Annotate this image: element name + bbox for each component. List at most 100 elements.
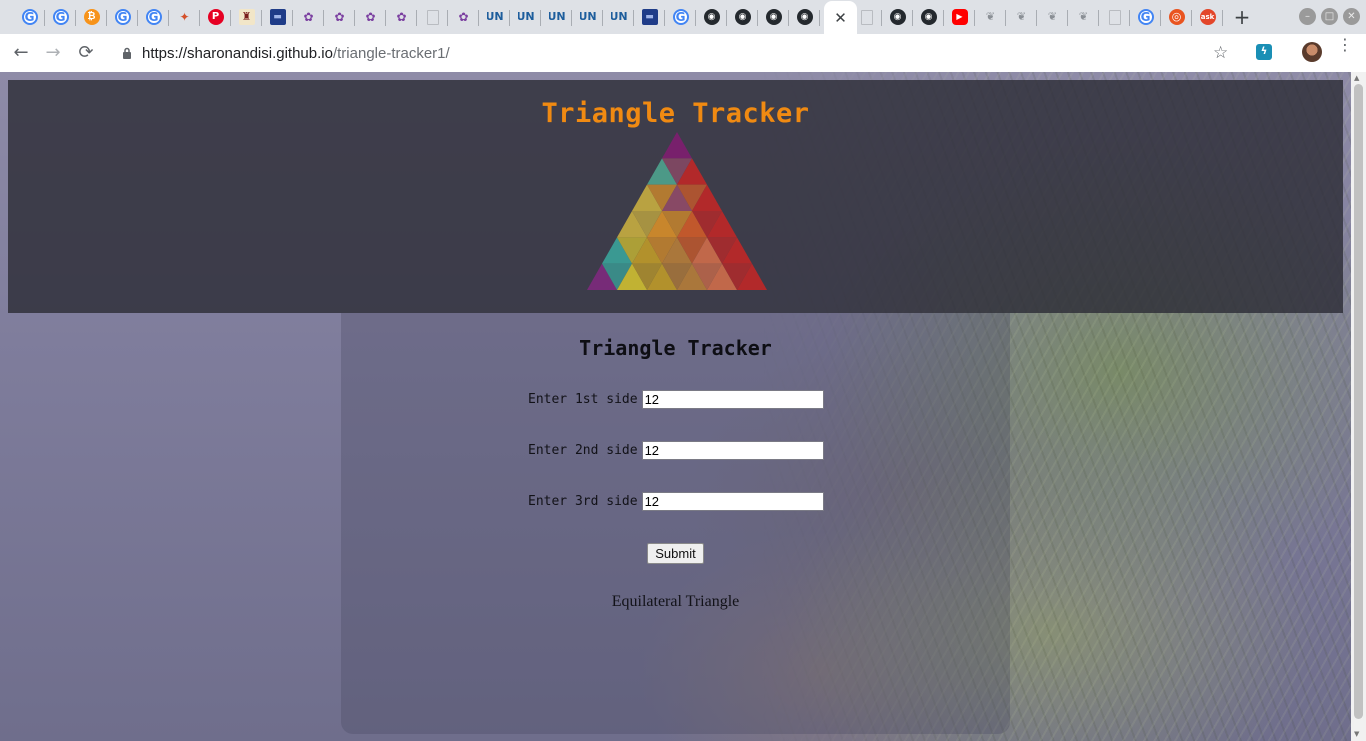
browser-tab[interactable]: UN bbox=[603, 3, 634, 31]
back-button[interactable]: ← bbox=[9, 41, 33, 65]
google-icon: G bbox=[145, 9, 162, 25]
browser-tab[interactable]: ❦ bbox=[1037, 3, 1068, 31]
youtube-icon: ▶ bbox=[951, 9, 968, 25]
github-icon: ◉ bbox=[765, 9, 782, 25]
reload-button[interactable]: ⟳ bbox=[74, 41, 98, 65]
tab-separator bbox=[1222, 10, 1223, 26]
google-icon: G bbox=[1137, 9, 1154, 25]
browser-tab[interactable]: ◉ bbox=[727, 3, 758, 31]
vine-icon: ✿ bbox=[396, 10, 407, 24]
side-2-input[interactable] bbox=[641, 441, 824, 460]
browser-tab[interactable]: ◉ bbox=[913, 3, 944, 31]
browser-tab[interactable]: G bbox=[45, 3, 76, 31]
side-2-row: Enter 2nd side bbox=[528, 441, 824, 460]
new-tab-button[interactable]: + bbox=[1231, 6, 1253, 28]
browser-tab[interactable]: ◉ bbox=[696, 3, 727, 31]
university-crest-icon: ♜ bbox=[238, 9, 255, 25]
github-icon: ◉ bbox=[796, 9, 813, 25]
blue-card-icon: ▬ bbox=[269, 9, 286, 25]
scroll-up-arrow-icon[interactable]: ▲ bbox=[1354, 74, 1359, 82]
browser-tab[interactable]: G bbox=[1130, 3, 1161, 31]
browser-tab[interactable]: ✿ bbox=[324, 3, 355, 31]
browser-tab[interactable]: ◎ bbox=[1161, 3, 1192, 31]
browser-tab[interactable]: UN bbox=[572, 3, 603, 31]
close-icon[interactable]: ✕ bbox=[834, 9, 847, 27]
browser-tab[interactable]: ◉ bbox=[789, 3, 820, 31]
browser-tab[interactable]: ◉ bbox=[758, 3, 789, 31]
vine-icon: ✿ bbox=[458, 10, 469, 24]
vine-icon: ✿ bbox=[365, 10, 376, 24]
un-icon: UN bbox=[610, 10, 627, 23]
browser-tab[interactable]: ₿ bbox=[76, 3, 107, 31]
minimize-button[interactable]: – bbox=[1299, 8, 1316, 25]
faded-leaf-icon: ❦ bbox=[1047, 10, 1058, 23]
browser-tab[interactable] bbox=[851, 3, 882, 31]
url-path: /triangle-tracker1/ bbox=[332, 44, 450, 62]
tab-separator bbox=[819, 10, 820, 26]
browser-tab[interactable]: ▶ bbox=[944, 3, 975, 31]
browser-tab[interactable]: UN bbox=[541, 3, 572, 31]
browser-tab[interactable] bbox=[417, 3, 448, 31]
browser-tab[interactable]: G bbox=[665, 3, 696, 31]
submit-button[interactable]: Submit bbox=[647, 543, 704, 564]
side-3-input[interactable] bbox=[641, 492, 824, 511]
pinterest-icon: P bbox=[207, 9, 224, 25]
browser-tab[interactable]: P bbox=[200, 3, 231, 31]
browser-tab[interactable]: ♜ bbox=[231, 3, 262, 31]
page-scrollbar[interactable]: ▲ ▼ bbox=[1351, 72, 1366, 741]
google-icon: G bbox=[114, 9, 131, 25]
browser-tab[interactable] bbox=[1099, 3, 1130, 31]
address-bar[interactable]: https://sharonandisi.github.io/triangle-… bbox=[110, 38, 1245, 68]
url-text: https://sharonandisi.github.io/triangle-… bbox=[142, 45, 450, 62]
browser-tab[interactable]: ✿ bbox=[355, 3, 386, 31]
blue-card-icon: ▬ bbox=[641, 9, 658, 25]
browser-menu-icon[interactable]: ⋮ bbox=[1337, 37, 1353, 53]
extension-icon[interactable]: ϟ bbox=[1256, 44, 1272, 60]
bookmark-star-icon[interactable]: ☆ bbox=[1213, 43, 1228, 63]
profile-avatar[interactable] bbox=[1302, 42, 1322, 62]
url-host: https://sharonandisi.github.io bbox=[142, 44, 333, 62]
browser-tab[interactable]: ask bbox=[1192, 3, 1223, 31]
browser-tab[interactable]: ◉ bbox=[882, 3, 913, 31]
close-window-button[interactable]: ✕ bbox=[1343, 8, 1360, 25]
un-icon: UN bbox=[517, 10, 534, 23]
result-text: Equilateral Triangle bbox=[611, 593, 740, 610]
maximize-button[interactable]: □ bbox=[1321, 8, 1338, 25]
browser-tab[interactable]: ▬ bbox=[262, 3, 293, 31]
browser-tab[interactable]: ❦ bbox=[975, 3, 1006, 31]
colorful-bird-icon: ✦ bbox=[179, 10, 190, 24]
browser-tab[interactable]: ✿ bbox=[293, 3, 324, 31]
side-1-input[interactable] bbox=[641, 390, 824, 409]
browser-toolbar: ← → ⟳ https://sharonandisi.github.io/tri… bbox=[0, 34, 1366, 73]
bitcoin-icon: ₿ bbox=[83, 9, 100, 25]
logo-facet bbox=[662, 132, 692, 159]
browser-tab[interactable]: ✦ bbox=[169, 3, 200, 31]
google-icon: G bbox=[21, 9, 38, 25]
browser-tab[interactable]: UN bbox=[510, 3, 541, 31]
browser-tab[interactable]: ✿ bbox=[448, 3, 479, 31]
page-viewport: Triangle Tracker Triangle Tracker Enter … bbox=[0, 72, 1351, 741]
browser-tab[interactable]: UN bbox=[479, 3, 510, 31]
google-icon: G bbox=[672, 9, 689, 25]
vine-icon: ✿ bbox=[334, 10, 345, 24]
browser-tab[interactable]: ✿ bbox=[386, 3, 417, 31]
side-1-row: Enter 1st side bbox=[528, 390, 824, 409]
browser-tab[interactable]: ❦ bbox=[1006, 3, 1037, 31]
vine-icon: ✿ bbox=[303, 10, 314, 24]
side-1-label: Enter 1st side bbox=[528, 392, 638, 407]
browser-tab[interactable]: G bbox=[14, 3, 45, 31]
window-controls: – □ ✕ bbox=[1299, 8, 1360, 25]
browser-tab[interactable]: ❦ bbox=[1068, 3, 1099, 31]
faded-leaf-icon: ❦ bbox=[1078, 10, 1089, 23]
forward-button[interactable]: → bbox=[41, 41, 65, 65]
browser-tab[interactable]: ▬ bbox=[634, 3, 665, 31]
github-icon: ◉ bbox=[920, 9, 937, 25]
scrollbar-thumb[interactable] bbox=[1354, 84, 1363, 719]
blank-page-icon bbox=[860, 9, 873, 25]
github-icon: ◉ bbox=[734, 9, 751, 25]
browser-tab[interactable]: G bbox=[138, 3, 169, 31]
scroll-down-arrow-icon[interactable]: ▼ bbox=[1354, 730, 1359, 738]
un-icon: UN bbox=[486, 10, 503, 23]
browser-tab[interactable]: G bbox=[107, 3, 138, 31]
side-3-row: Enter 3rd side bbox=[528, 492, 824, 511]
